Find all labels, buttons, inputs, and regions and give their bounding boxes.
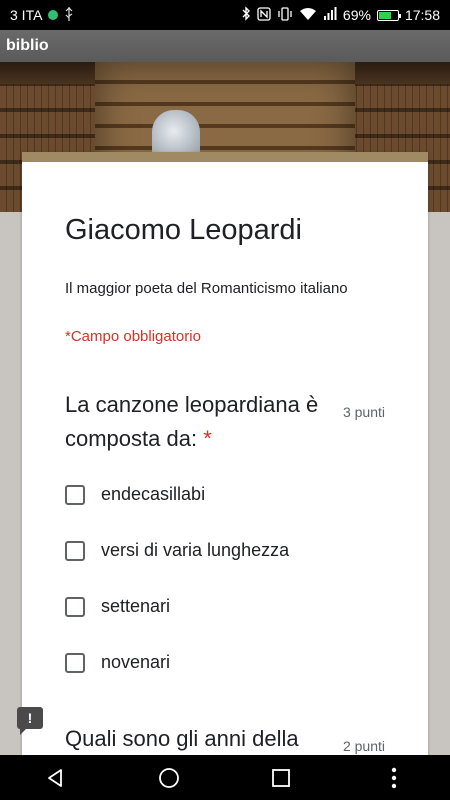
- battery-fill: [378, 11, 392, 19]
- clock: 17:58: [404, 7, 440, 23]
- form-card: Giacomo Leopardi Il maggior poeta del Ro…: [22, 152, 428, 755]
- form-title: Giacomo Leopardi: [65, 214, 302, 246]
- checkbox[interactable]: [65, 596, 85, 617]
- question-2-title: Quali sono gli anni della: [65, 722, 335, 755]
- signal-icon: [323, 6, 337, 24]
- option-novenari[interactable]: novenari: [65, 652, 170, 673]
- required-star: *: [203, 426, 212, 451]
- feedback-symbol: !: [27, 710, 33, 726]
- navigation-bar: [0, 755, 450, 800]
- home-icon: [158, 767, 179, 788]
- option-label: novenari: [101, 652, 171, 672]
- app-bar: biblio: [0, 30, 450, 62]
- question-1-text: La canzone leopardiana è composta da:: [65, 392, 319, 451]
- more-button[interactable]: [364, 755, 424, 800]
- option-endecasillabi[interactable]: endecasillabi: [65, 484, 205, 505]
- question-1-points: 3 punti: [342, 404, 385, 420]
- recents-icon: [272, 768, 291, 787]
- home-button[interactable]: [139, 755, 199, 800]
- more-vert-icon: [391, 767, 396, 788]
- checkbox[interactable]: [65, 652, 85, 673]
- carrier-label: 3 ITA: [10, 7, 43, 23]
- status-right: 69% 17:58: [241, 6, 440, 24]
- question-1-title: La canzone leopardiana è composta da: *: [65, 388, 335, 456]
- form-description: Il maggior poeta del Romanticismo italia…: [65, 280, 348, 297]
- bluetooth-icon: [241, 6, 251, 24]
- battery-percent: 69%: [342, 7, 371, 23]
- required-note: *Campo obbligatorio: [65, 328, 201, 345]
- question-2-points: 2 punti: [342, 738, 385, 754]
- option-label: settenari: [101, 596, 171, 616]
- feedback-icon[interactable]: !: [17, 707, 43, 735]
- app-title: biblio: [6, 37, 49, 54]
- nfc-icon: [257, 6, 271, 24]
- option-versi-di-varia-lunghezza[interactable]: versi di varia lunghezza: [65, 540, 289, 561]
- question-2-text: Quali sono gli anni della: [65, 726, 299, 751]
- option-label: versi di varia lunghezza: [101, 540, 290, 560]
- notification-dot-icon: [48, 10, 59, 20]
- option-label: endecasillabi: [101, 484, 206, 504]
- battery-icon: [376, 9, 401, 21]
- wifi-icon: [299, 7, 317, 24]
- status-left: 3 ITA: [10, 6, 74, 24]
- option-settenari[interactable]: settenari: [65, 596, 170, 617]
- back-button[interactable]: [26, 755, 86, 800]
- checkbox[interactable]: [65, 484, 85, 505]
- recents-button[interactable]: [251, 755, 311, 800]
- usb-icon: [64, 6, 74, 24]
- status-bar: 3 ITA 69% 17:58: [0, 0, 450, 30]
- vibrate-icon: [277, 6, 293, 24]
- checkbox[interactable]: [65, 540, 85, 561]
- back-icon: [48, 768, 63, 787]
